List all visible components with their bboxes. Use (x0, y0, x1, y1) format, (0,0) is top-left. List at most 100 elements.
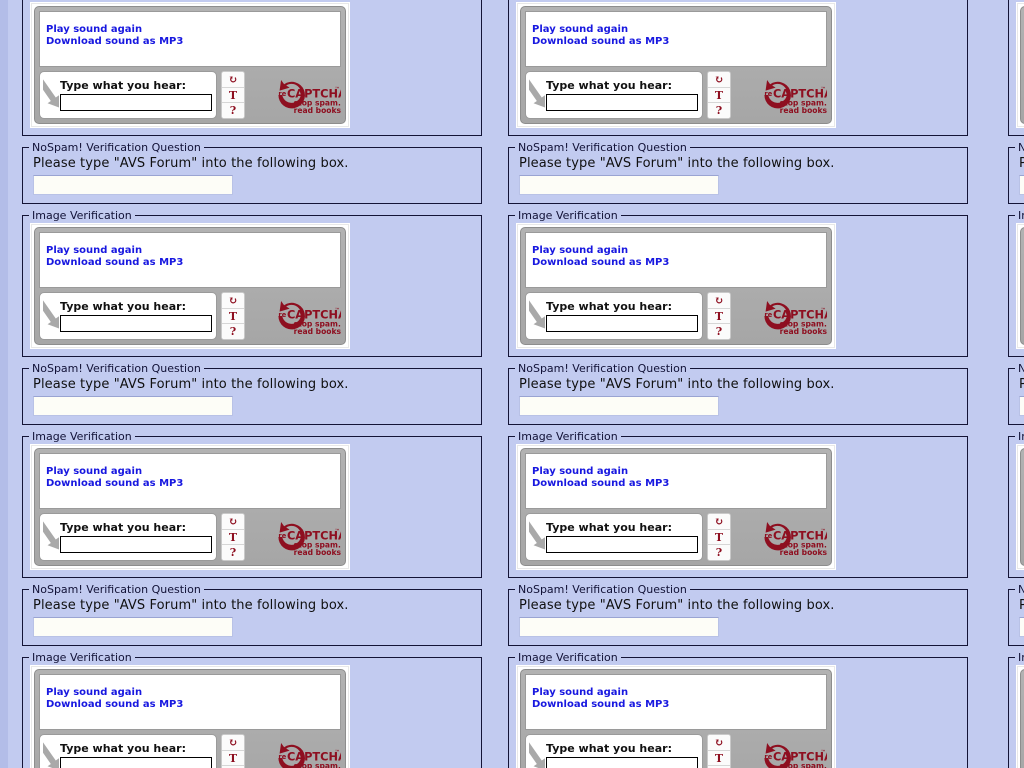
captcha-answer-input[interactable] (60, 93, 212, 111)
nospam-verification-fieldset: NoSpam! Verification Question Please type… (1008, 583, 1024, 646)
text-captcha-icon[interactable]: T (222, 87, 244, 104)
page-root: Image VerificationPlay sound againDownlo… (0, 0, 1024, 768)
image-verification-legend: Image Verification (32, 430, 132, 443)
play-sound-again-link[interactable]: Play sound again (46, 24, 340, 36)
text-captcha-icon[interactable]: T (708, 87, 730, 104)
text-captcha-icon[interactable]: T (222, 750, 244, 767)
download-sound-mp3-link[interactable]: Download sound as MP3 (46, 36, 340, 48)
refresh-icon[interactable]: ↻ (708, 735, 730, 751)
download-sound-mp3-link[interactable]: Download sound as MP3 (532, 478, 826, 490)
nospam-answer-input[interactable] (33, 175, 233, 195)
refresh-icon[interactable]: ↻ (708, 293, 730, 309)
svg-text:read books.: read books. (780, 106, 827, 115)
help-icon[interactable]: ? (222, 545, 244, 560)
nospam-answer-input[interactable] (1019, 617, 1024, 637)
download-sound-mp3-link[interactable]: Download sound as MP3 (46, 478, 340, 490)
text-captcha-icon[interactable]: T (708, 308, 730, 325)
nospam-verification-legend: NoSpam! Verification Question (1018, 362, 1024, 375)
nospam-answer-input[interactable] (33, 617, 233, 637)
arrow-down-right-icon (529, 297, 545, 337)
form-column-1: Image VerificationPlay sound againDownlo… (0, 0, 500, 768)
help-icon[interactable]: ? (708, 324, 730, 339)
recaptcha-inner-panel: Play sound againDownload sound as MP3 Typ… (34, 448, 346, 566)
svg-text:™: ™ (334, 86, 340, 93)
nospam-question-text: Please type "AVS Forum" into the followi… (519, 156, 835, 171)
recaptcha-button-column: ↻T? (707, 513, 731, 561)
image-verification-legend: Image Verification (518, 651, 618, 664)
play-sound-again-link[interactable]: Play sound again (46, 687, 340, 699)
image-verification-legend: Image Verification (32, 651, 132, 664)
recaptcha-widget: Play sound againDownload sound as MP3Typ… (1017, 3, 1024, 127)
type-what-you-hear-label: Type what you hear: (60, 299, 186, 313)
download-sound-mp3-link[interactable]: Download sound as MP3 (532, 257, 826, 269)
play-sound-again-link[interactable]: Play sound again (46, 245, 340, 257)
nospam-answer-input[interactable] (519, 175, 719, 195)
download-sound-mp3-link[interactable]: Download sound as MP3 (46, 699, 340, 711)
captcha-answer-input[interactable] (546, 314, 698, 332)
recaptcha-control-row: Type what you hear:↻T?reCAPTCHA™stop spa… (525, 71, 827, 119)
help-icon[interactable]: ? (708, 103, 730, 118)
audio-challenge-panel: Play sound again Download sound as MP3 (39, 11, 341, 67)
recaptcha-control-row: Type what you hear:↻T?reCAPTCHA™stop spa… (39, 71, 341, 119)
svg-text:™: ™ (820, 749, 826, 756)
column-container: Image VerificationPlay sound againDownlo… (0, 0, 1024, 768)
type-what-you-hear-label: Type what you hear: (546, 741, 672, 755)
svg-text:re: re (278, 532, 286, 540)
play-sound-again-link[interactable]: Play sound again (532, 245, 826, 257)
image-verification-fieldset: Image Verification Play sound againDownlo… (508, 430, 968, 578)
refresh-icon[interactable]: ↻ (708, 72, 730, 88)
nospam-answer-input[interactable] (33, 396, 233, 416)
text-captcha-icon[interactable]: T (708, 529, 730, 546)
audio-challenge-panel: Play sound again Download sound as MP3 (39, 674, 341, 730)
arrow-down-right-icon (529, 76, 545, 116)
nospam-answer-input[interactable] (519, 617, 719, 637)
type-what-you-hear-label: Type what you hear: (546, 299, 672, 313)
nospam-verification-fieldset: NoSpam! Verification Question Please type… (22, 583, 482, 646)
download-sound-mp3-link[interactable]: Download sound as MP3 (46, 257, 340, 269)
captcha-answer-input[interactable] (60, 314, 212, 332)
play-sound-again-link[interactable]: Play sound again (532, 24, 826, 36)
form-column-3: Image Verification Play sound againDownlo… (1000, 0, 1024, 768)
nospam-answer-input[interactable] (519, 396, 719, 416)
captcha-answer-box: Type what you hear: (39, 71, 217, 119)
refresh-icon[interactable]: ↻ (222, 293, 244, 309)
help-icon[interactable]: ? (222, 103, 244, 118)
nospam-verification-fieldset: NoSpam! Verification Question Please type… (22, 141, 482, 204)
refresh-icon[interactable]: ↻ (222, 72, 244, 88)
help-icon[interactable]: ? (708, 545, 730, 560)
refresh-icon[interactable]: ↻ (708, 514, 730, 530)
image-verification-legend: Image Verification (29, 0, 135, 1)
svg-text:re: re (278, 90, 286, 98)
svg-text:re: re (764, 311, 772, 319)
text-captcha-icon[interactable]: T (222, 529, 244, 546)
image-verification-fieldset: Image Verification Play sound againDownlo… (1008, 430, 1024, 578)
image-verification-fieldset: Image Verification Play sound againDownlo… (22, 651, 482, 768)
play-sound-again-link[interactable]: Play sound again (532, 687, 826, 699)
download-sound-mp3-link[interactable]: Download sound as MP3 (532, 36, 826, 48)
nospam-answer-input[interactable] (1019, 175, 1024, 195)
play-sound-again-link[interactable]: Play sound again (532, 466, 826, 478)
captcha-answer-input[interactable] (60, 535, 212, 553)
refresh-icon[interactable]: ↻ (222, 735, 244, 751)
recaptcha-logo: reCAPTCHA™stop spam.read books. (250, 513, 341, 561)
type-what-you-hear-label: Type what you hear: (546, 520, 672, 534)
nospam-verification-legend: NoSpam! Verification Question (32, 583, 201, 596)
download-sound-mp3-link[interactable]: Download sound as MP3 (532, 699, 826, 711)
captcha-answer-input[interactable] (546, 535, 698, 553)
recaptcha-inner-panel: Play sound againDownload sound as MP3 Typ… (34, 669, 346, 768)
captcha-answer-input[interactable] (546, 756, 698, 768)
captcha-answer-input[interactable] (60, 756, 212, 768)
refresh-icon[interactable]: ↻ (222, 514, 244, 530)
text-captcha-icon[interactable]: T (222, 308, 244, 325)
arrow-down-right-icon (43, 518, 59, 558)
text-captcha-icon[interactable]: T (708, 750, 730, 767)
captcha-answer-input[interactable] (546, 93, 698, 111)
svg-text:™: ™ (334, 528, 340, 535)
recaptcha-button-column: ↻T? (221, 71, 245, 119)
play-sound-again-link[interactable]: Play sound again (46, 466, 340, 478)
help-icon[interactable]: ? (222, 324, 244, 339)
image-verification-legend: Image Verification (515, 0, 621, 1)
nospam-answer-input[interactable] (1019, 396, 1024, 416)
recaptcha-inner-panel: Play sound againDownload sound as MP3 Typ… (520, 6, 832, 124)
captcha-input-stack: Type what you hear: (546, 299, 702, 332)
